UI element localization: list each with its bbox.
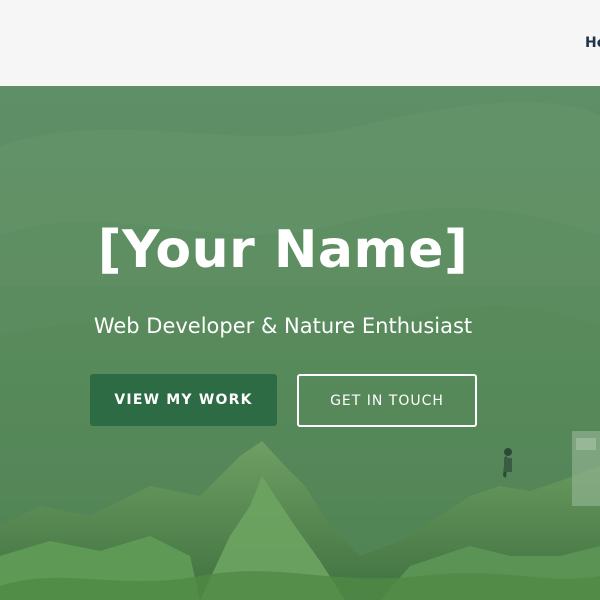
get-in-touch-button[interactable]: GET IN TOUCH bbox=[297, 374, 477, 427]
navbar: Ho bbox=[0, 0, 600, 86]
view-my-work-button[interactable]: VIEW MY WORK bbox=[90, 374, 277, 426]
hero-subtitle: Web Developer & Nature Enthusiast bbox=[93, 314, 473, 338]
page: Ho bbox=[0, 0, 600, 600]
nav-link-home[interactable]: Ho bbox=[585, 35, 600, 51]
hero-title: [Your Name] bbox=[97, 220, 469, 280]
hero-section: [Your Name] Web Developer & Nature Enthu… bbox=[0, 86, 600, 600]
hero-background-image bbox=[0, 86, 600, 600]
